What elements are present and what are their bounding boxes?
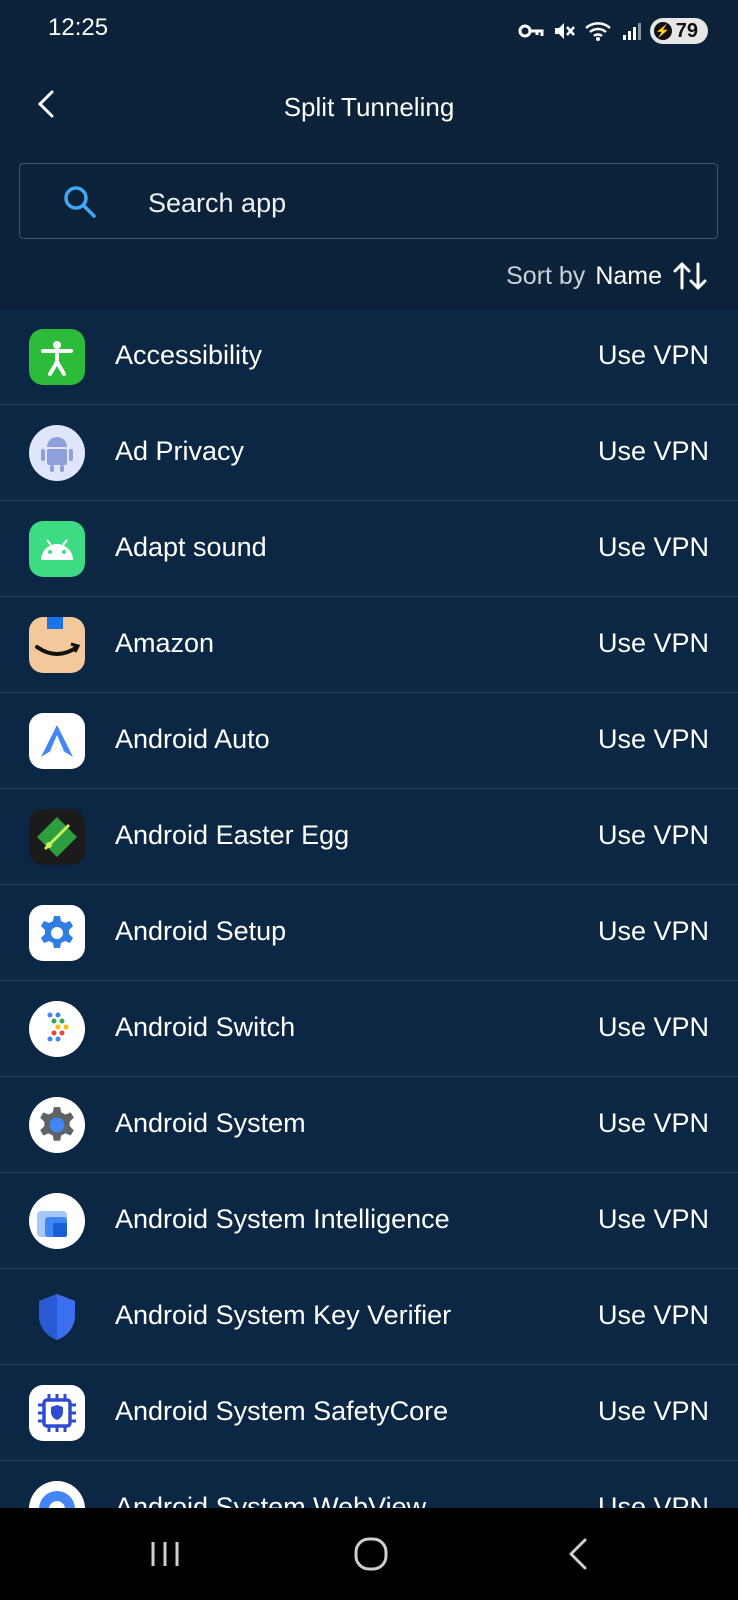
app-name: Android Switch (115, 1012, 296, 1042)
app-name: Android Auto (115, 724, 270, 754)
setup-gear-icon (29, 905, 85, 961)
app-name: Android System Key Verifier (115, 1300, 452, 1330)
app-row[interactable]: Android System Intelligence Use VPN (0, 1173, 738, 1269)
app-name: Android System WebView (115, 1492, 427, 1508)
system-gear-icon (29, 1097, 85, 1153)
app-row[interactable]: Android System Key Verifier Use VPN (0, 1269, 738, 1365)
intelligence-icon (29, 1193, 85, 1249)
app-mode[interactable]: Use VPN (598, 1012, 709, 1043)
app-mode[interactable]: Use VPN (598, 532, 709, 563)
page-title: Split Tunneling (283, 92, 455, 122)
app-name: Android System SafetyCore (115, 1396, 449, 1426)
android-robot-icon (29, 425, 85, 481)
vpn-key-icon (518, 24, 544, 38)
app-row[interactable]: Amazon Use VPN (0, 597, 738, 693)
app-mode[interactable]: Use VPN (598, 1492, 709, 1508)
app-mode[interactable]: Use VPN (598, 1396, 709, 1427)
switch-dots-icon (29, 1001, 85, 1057)
sort-value: Name (595, 261, 662, 290)
app-mode[interactable]: Use VPN (598, 1108, 709, 1139)
app-mode[interactable]: Use VPN (598, 1300, 709, 1331)
sort-label: Sort by (506, 261, 586, 290)
app-mode[interactable]: Use VPN (598, 724, 709, 755)
app-name: Android System (115, 1108, 306, 1138)
system-nav-bar (0, 1508, 738, 1600)
status-bar: 12:25 ⚡ 79 (0, 0, 738, 62)
sort-control[interactable]: Sort by Name (506, 256, 708, 296)
recents-icon (151, 1542, 179, 1566)
search-icon (64, 186, 96, 218)
app-mode[interactable]: Use VPN (598, 916, 709, 947)
search-bar[interactable] (19, 163, 718, 239)
app-name: Amazon (115, 628, 215, 658)
app-mode[interactable]: Use VPN (598, 820, 709, 851)
search-input[interactable] (146, 182, 670, 224)
recents-button[interactable] (135, 1534, 195, 1574)
app-row[interactable]: Android Auto Use VPN (0, 693, 738, 789)
home-icon (354, 1537, 388, 1571)
status-icons: ⚡ 79 (518, 14, 708, 48)
app-mode[interactable]: Use VPN (598, 436, 709, 467)
app-name: Android Setup (115, 916, 287, 946)
app-mode[interactable]: Use VPN (598, 1204, 709, 1235)
home-button[interactable] (341, 1534, 401, 1574)
app-row[interactable]: Ad Privacy Use VPN (0, 405, 738, 501)
app-header: Split Tunneling (0, 62, 738, 158)
mute-icon (554, 23, 575, 39)
app-list: Accessibility Use VPN Ad Privacy Use VPN (0, 309, 738, 1508)
app-row[interactable]: Android System Use VPN (0, 1077, 738, 1173)
app-name: Adapt sound (115, 532, 267, 562)
battery-level: 79 (675, 19, 698, 42)
nav-back-icon (569, 1538, 587, 1570)
app-row[interactable]: Android Setup Use VPN (0, 885, 738, 981)
app-row[interactable]: Android System WebView Use VPN (0, 1461, 738, 1508)
app-name: Android System Intelligence (115, 1204, 450, 1234)
app-name: Android Easter Egg (115, 820, 350, 850)
app-name: Accessibility (115, 340, 263, 370)
accessibility-icon (29, 329, 85, 385)
app-row[interactable]: Android Easter Egg Use VPN (0, 789, 738, 885)
amazon-icon (29, 617, 85, 673)
app-mode[interactable]: Use VPN (598, 628, 709, 659)
wifi-icon (584, 22, 611, 41)
sort-arrows-icon (673, 262, 707, 290)
safetycore-chip-icon (29, 1385, 85, 1441)
app-row[interactable]: Android Switch Use VPN (0, 981, 738, 1077)
charging-icon: ⚡ (653, 22, 672, 40)
status-time: 12:25 (48, 14, 109, 41)
easter-egg-icon (29, 809, 85, 865)
adapt-sound-icon (29, 521, 85, 577)
webview-icon (29, 1481, 85, 1508)
app-row[interactable]: Adapt sound Use VPN (0, 501, 738, 597)
app-mode[interactable]: Use VPN (598, 340, 709, 371)
app-row[interactable]: Android System SafetyCore Use VPN (0, 1365, 738, 1461)
app-row[interactable]: Accessibility Use VPN (0, 309, 738, 405)
battery-indicator: ⚡ 79 (649, 18, 708, 44)
nav-back-button[interactable] (548, 1534, 608, 1574)
signal-icon (622, 23, 641, 40)
top-bar: 12:25 ⚡ 79 Split Tunneling Search app So… (0, 0, 738, 309)
android-auto-icon (29, 713, 85, 769)
app-name: Ad Privacy (115, 436, 245, 466)
shield-icon (29, 1289, 85, 1345)
